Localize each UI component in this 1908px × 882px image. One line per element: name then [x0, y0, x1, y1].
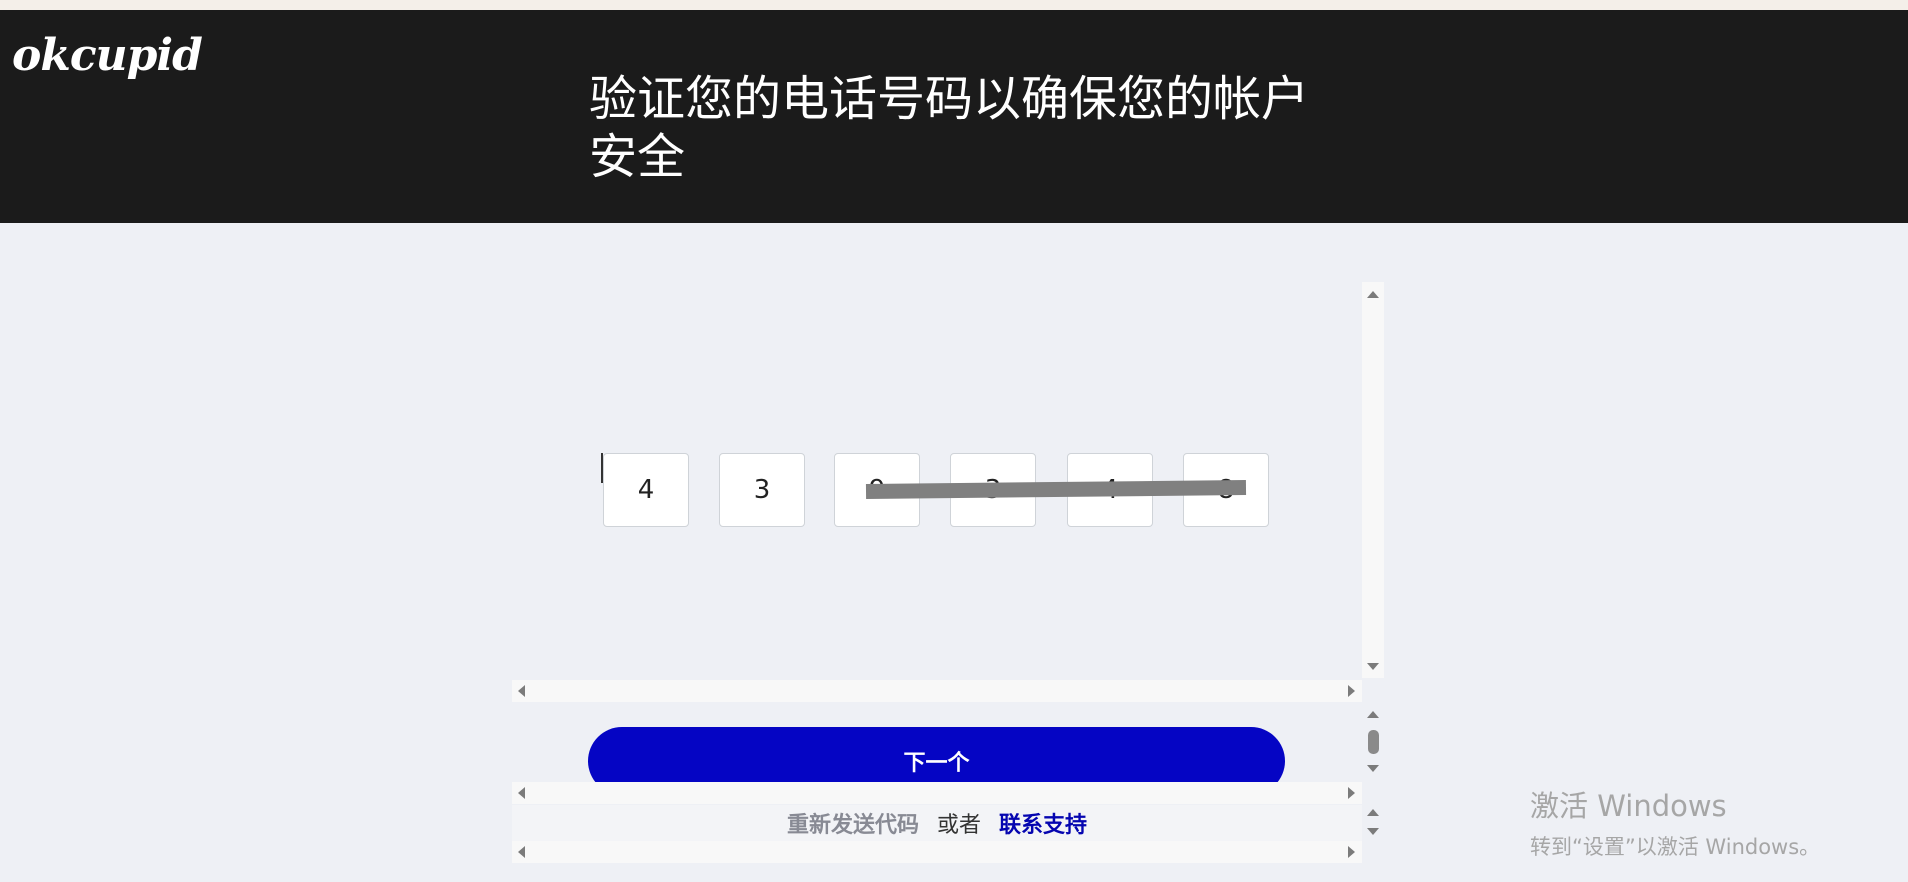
okcupid-logo[interactable]: okcupid — [12, 30, 203, 81]
scroll-down-icon[interactable] — [1367, 663, 1379, 670]
scroll-thumb[interactable] — [1368, 730, 1379, 754]
watermark-title: 激活 Windows — [1530, 789, 1727, 823]
browser-top-strip — [0, 0, 1908, 10]
scroll-left-icon[interactable] — [518, 787, 525, 799]
windows-activation-watermark: 激活 Windows 转到“设置”以激活 Windows。 — [1530, 783, 1820, 861]
scroll-down-icon[interactable] — [1367, 828, 1379, 835]
header-bar: okcupid 验证您的电话号码以确保您的帐户安全 — [0, 10, 1908, 223]
scroll-right-icon[interactable] — [1348, 846, 1355, 858]
scroll-down-icon[interactable] — [1367, 765, 1379, 772]
code-digit-input-2[interactable]: 3 — [719, 453, 805, 527]
button-area-vertical-scrollbar[interactable] — [1362, 704, 1384, 780]
button-area-horizontal-scrollbar[interactable] — [512, 782, 1362, 804]
contact-support-link[interactable]: 联系支持 — [999, 807, 1087, 839]
code-digit-input-1[interactable]: 4 — [603, 453, 689, 527]
scroll-left-icon[interactable] — [518, 685, 525, 697]
next-button-label: 下一个 — [903, 751, 970, 776]
or-text: 或者 — [936, 813, 981, 838]
scroll-right-icon[interactable] — [1348, 787, 1355, 799]
code-area-horizontal-scrollbar[interactable] — [512, 680, 1362, 702]
scroll-up-icon[interactable] — [1367, 809, 1379, 816]
scroll-left-icon[interactable] — [518, 846, 525, 858]
links-area-horizontal-scrollbar[interactable] — [512, 841, 1362, 863]
page-title: 验证您的电话号码以确保您的帐户安全 — [589, 71, 1310, 185]
scroll-up-icon[interactable] — [1367, 291, 1379, 298]
resend-code-link[interactable]: 重新发送代码 — [787, 807, 919, 839]
links-area-vertical-scrollbar[interactable] — [1362, 805, 1384, 841]
watermark-subtitle: 转到“设置”以激活 Windows。 — [1530, 835, 1821, 859]
code-area-vertical-scrollbar[interactable] — [1362, 282, 1384, 678]
scroll-right-icon[interactable] — [1348, 685, 1355, 697]
resend-support-row: 重新发送代码 或者 联系支持 — [512, 805, 1362, 841]
scroll-up-icon[interactable] — [1367, 711, 1379, 718]
